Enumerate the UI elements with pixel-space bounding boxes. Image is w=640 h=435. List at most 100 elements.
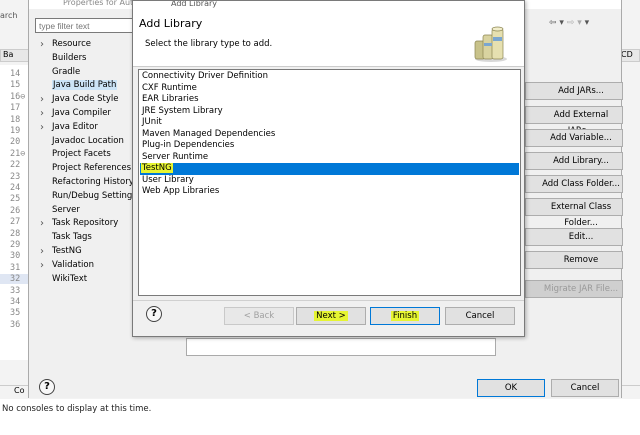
console-message: No consoles to display at this time.	[2, 404, 152, 414]
line-number: 15	[10, 80, 21, 91]
library-list-item[interactable]: Web App Libraries	[141, 186, 219, 198]
line-number-gutter: 14 15 16⊖ 17 18 19 20 21⊖ 22 23 24 25 26 27 28 29 30 31 32…	[0, 65, 28, 360]
library-list-item[interactable]: Maven Managed Dependencies	[141, 129, 275, 141]
ide-search-label[interactable]: arch	[0, 11, 17, 20]
line-number: 33	[10, 285, 21, 296]
finish-button[interactable]: Finish	[370, 307, 440, 325]
library-list-item[interactable]: Server Runtime	[141, 152, 208, 164]
back-button[interactable]: < Back	[224, 307, 294, 325]
tree-item[interactable]: Refactoring History	[37, 176, 141, 190]
tree-item[interactable]: Project Facets	[37, 148, 141, 162]
tree-item-label: Validation	[52, 259, 94, 270]
chevron-right-icon[interactable]: ›	[40, 259, 44, 273]
tree-item-label: Task Tags	[52, 232, 92, 243]
properties-help-icon[interactable]: ?	[39, 379, 55, 395]
add-library-dialog: Add Library Add Library Select the libra…	[132, 0, 525, 337]
tree-item[interactable]: › Java Code Style	[37, 93, 141, 107]
add-library-help-icon[interactable]: ?	[146, 306, 162, 322]
chevron-right-icon[interactable]: ›	[40, 107, 44, 121]
line-number: 36	[10, 319, 21, 330]
chevron-right-icon[interactable]: ›	[40, 38, 44, 52]
ok-button[interactable]: OK	[477, 379, 545, 397]
tree-item[interactable]: Run/Debug Settings	[37, 190, 141, 204]
tree-item[interactable]: › TestNG	[37, 245, 141, 259]
tree-item[interactable]: WikiText	[37, 273, 141, 287]
add-library-button[interactable]: Add Library...	[525, 152, 623, 170]
tree-item[interactable]: › Resource	[37, 38, 141, 52]
chevron-right-icon[interactable]: ›	[40, 245, 44, 259]
tree-item[interactable]: Server	[37, 204, 141, 218]
forward-arrow-icon[interactable]: ⇨ ▾	[567, 18, 582, 28]
remove-button[interactable]: Remove	[525, 251, 623, 269]
tree-item[interactable]: › Java Editor	[37, 121, 141, 135]
tree-item-label: Resource	[52, 39, 91, 49]
line-number: 22	[10, 160, 21, 171]
menu-chevron-icon[interactable]: ▾	[585, 18, 590, 28]
tree-item[interactable]: Builders	[37, 52, 141, 66]
right-panel-tab[interactable]: CD	[620, 49, 640, 62]
tree-item[interactable]: Java Build Path	[37, 79, 141, 93]
back-arrow-icon[interactable]: ⇦ ▾	[549, 18, 564, 28]
add-external-jars-button[interactable]: Add External JARs...	[525, 106, 623, 136]
tree-item-label: Java Compiler	[52, 107, 111, 118]
tree-item-label: Server	[52, 204, 80, 215]
tree-item[interactable]: Task Tags	[37, 231, 141, 245]
library-list-item-label: JRE System Library	[142, 105, 223, 116]
add-library-cancel-button[interactable]: Cancel	[445, 307, 515, 325]
add-external-class-folder-button[interactable]: External Class Folder...	[525, 198, 623, 228]
add-library-header: Add Library Select the library type to a…	[133, 9, 524, 67]
tree-item[interactable]: Gradle	[37, 66, 141, 80]
library-list-item[interactable]: Plug-in Dependencies	[141, 140, 234, 152]
line-number: 14	[10, 69, 21, 79]
library-list-item[interactable]: JUnit	[141, 117, 162, 129]
line-number: 25	[10, 194, 21, 205]
library-list-item[interactable]: JRE System Library	[141, 106, 223, 118]
library-list-item[interactable]: CXF Runtime	[141, 83, 197, 95]
add-jars-button[interactable]: Add JARs...	[525, 82, 623, 100]
migrate-jar-button[interactable]: Migrate JAR File...	[525, 280, 623, 298]
add-library-description: Select the library type to add.	[145, 39, 273, 49]
library-list-item-label: User Library	[142, 174, 194, 185]
chevron-right-icon[interactable]: ›	[40, 121, 44, 135]
library-list-item[interactable]: EAR Libraries	[141, 94, 199, 106]
tree-item-label: Task Repository	[52, 218, 119, 229]
properties-tree: › Resource Builders Gradle Java Build Path › J…	[37, 38, 141, 286]
library-list-item[interactable]: User Library	[141, 175, 194, 187]
properties-cancel-button[interactable]: Cancel	[551, 379, 619, 397]
tree-item-label: Java Build Path	[52, 80, 118, 91]
tree-item-label: TestNG	[52, 245, 82, 256]
line-number: 30	[10, 251, 21, 262]
edit-button[interactable]: Edit...	[525, 228, 623, 246]
next-button[interactable]: Next >	[296, 307, 366, 325]
library-books-icon	[474, 26, 507, 62]
editor-tab[interactable]: Ba	[0, 49, 30, 62]
library-list-item-label: Server Runtime	[142, 151, 209, 162]
tree-item[interactable]: › Task Repository	[37, 217, 141, 231]
line-number: 31	[10, 262, 21, 273]
tree-item[interactable]: › Validation	[37, 259, 141, 273]
library-list-item[interactable]: Connectivity Driver Definition	[141, 71, 268, 83]
tree-item[interactable]: › Java Compiler	[37, 107, 141, 121]
nav-arrows[interactable]: ⇦ ▾ ⇨ ▾ ▾	[549, 18, 589, 28]
library-list-item-label: TestNG	[141, 163, 173, 173]
line-number: 17	[10, 103, 21, 114]
line-number: 19	[10, 126, 21, 136]
tree-item-label: Refactoring History	[52, 176, 134, 187]
line-number: 27	[10, 217, 21, 228]
output-folder-box[interactable]	[186, 338, 496, 356]
chevron-right-icon[interactable]: ›	[40, 93, 44, 107]
add-variable-button[interactable]: Add Variable...	[525, 129, 623, 147]
tree-item-label: Java Code Style	[52, 94, 119, 105]
chevron-right-icon[interactable]: ›	[40, 217, 44, 231]
library-list-item[interactable]: TestNG	[140, 163, 519, 175]
line-number: 20	[10, 137, 21, 148]
line-number: 23	[10, 171, 21, 182]
library-type-list[interactable]: Connectivity Driver Definition CXF Runtim…	[138, 69, 521, 296]
filter-input[interactable]	[35, 18, 137, 33]
line-number: 21⊖	[10, 148, 26, 159]
line-number: 35	[10, 308, 21, 319]
tree-item[interactable]: Project References	[37, 162, 141, 176]
tree-item[interactable]: Javadoc Location	[37, 135, 141, 149]
tree-item-label: Java Editor	[52, 121, 98, 132]
add-class-folder-button[interactable]: Add Class Folder...	[525, 175, 623, 193]
